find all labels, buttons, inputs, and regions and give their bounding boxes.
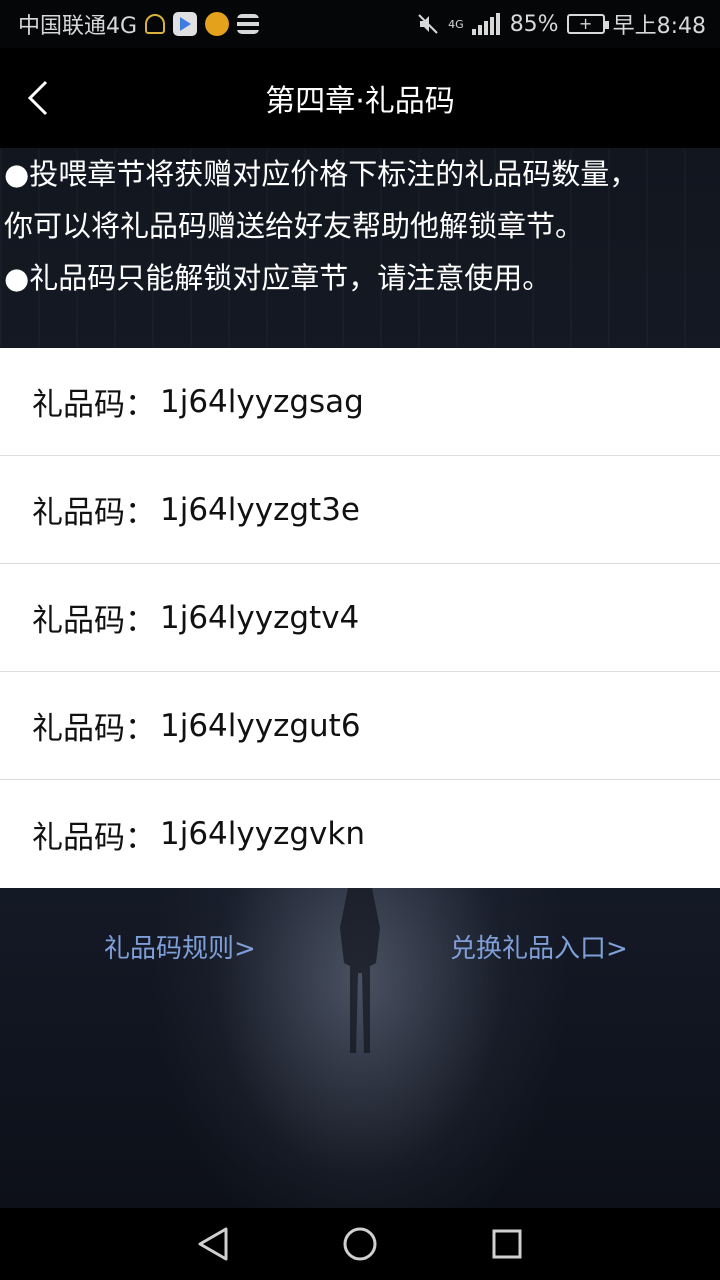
gift-code-row[interactable]: 礼品码： 1j64lyyzgut6: [0, 672, 720, 780]
gift-code-value[interactable]: 1j64lyyzgut6: [160, 708, 361, 744]
menu-icon: [237, 14, 260, 34]
nav-home-icon: [343, 1227, 377, 1261]
gift-code-value[interactable]: 1j64lyyzgvkn: [160, 816, 365, 852]
nav-back-icon: [198, 1227, 228, 1261]
gift-code-label: 礼品码：: [32, 819, 156, 856]
gift-code-label: 礼品码：: [32, 711, 156, 747]
notice-line-1: ●投喂章节将获赠对应价格下标注的礼品码数量，: [4, 157, 639, 191]
mute-icon: [418, 14, 438, 34]
network-type-label: 4G: [448, 17, 464, 31]
status-bar: 中国联通4G 4G 85% + 早上8:48: [0, 0, 720, 48]
weibo-icon: [205, 12, 230, 36]
notice-text: ●投喂章节将获赠对应价格下标注的礼品码数量， 你可以将礼品码赠送给好友帮助他解锁…: [0, 148, 720, 348]
page-title: 第四章·礼品码: [265, 84, 455, 119]
nav-home-button[interactable]: [338, 1222, 382, 1266]
gift-code-label: 礼品码：: [32, 603, 156, 639]
video-app-icon: [173, 12, 198, 36]
gift-code-label: 礼品码：: [32, 495, 156, 531]
gift-code-value[interactable]: 1j64lyyzgsag: [160, 384, 364, 420]
title-bar: 第四章·礼品码: [0, 48, 720, 148]
gift-code-value[interactable]: 1j64lyyzgtv4: [160, 600, 359, 636]
back-button[interactable]: [18, 74, 58, 122]
gift-code-row[interactable]: 礼品码： 1j64lyyzgvkn: [0, 780, 720, 888]
links-area: 礼品码规则> 兑换礼品入口>: [0, 918, 720, 978]
nav-recent-button[interactable]: [485, 1222, 529, 1266]
gift-code-row[interactable]: 礼品码： 1j64lyyzgtv4: [0, 564, 720, 672]
exchange-gift-link[interactable]: 兑换礼品入口>: [450, 928, 628, 965]
back-chevron-icon: [27, 80, 48, 116]
notice-line-3: ●礼品码只能解锁对应章节，请注意使用。: [4, 261, 552, 295]
gift-code-row[interactable]: 礼品码： 1j64lyyzgsag: [0, 348, 720, 456]
nav-recent-icon: [492, 1229, 522, 1259]
screen: 中国联通4G 4G 85% + 早上8:48 第四章·礼品码 ●投喂章节将获赠对…: [0, 0, 720, 1280]
battery-icon: +: [566, 14, 609, 34]
carrier-label: 中国联通4G: [18, 14, 138, 39]
gift-code-value[interactable]: 1j64lyyzgt3e: [160, 492, 360, 528]
nav-back-button[interactable]: [191, 1222, 235, 1266]
signal-icon: [471, 13, 502, 35]
gift-code-list: 礼品码： 1j64lyyzgsag 礼品码： 1j64lyyzgt3e 礼品码：…: [0, 348, 720, 888]
notice-line-2: 你可以将礼品码赠送给好友帮助他解锁章节。: [4, 209, 585, 243]
gift-code-rules-link[interactable]: 礼品码规则>: [104, 928, 256, 965]
battery-percent: 85%: [509, 11, 559, 37]
gift-code-label: 礼品码：: [32, 387, 156, 423]
headset-icon: [145, 14, 166, 34]
clock: 早上8:48: [612, 14, 706, 39]
system-nav-bar: [0, 1208, 720, 1280]
gift-code-row[interactable]: 礼品码： 1j64lyyzgt3e: [0, 456, 720, 564]
